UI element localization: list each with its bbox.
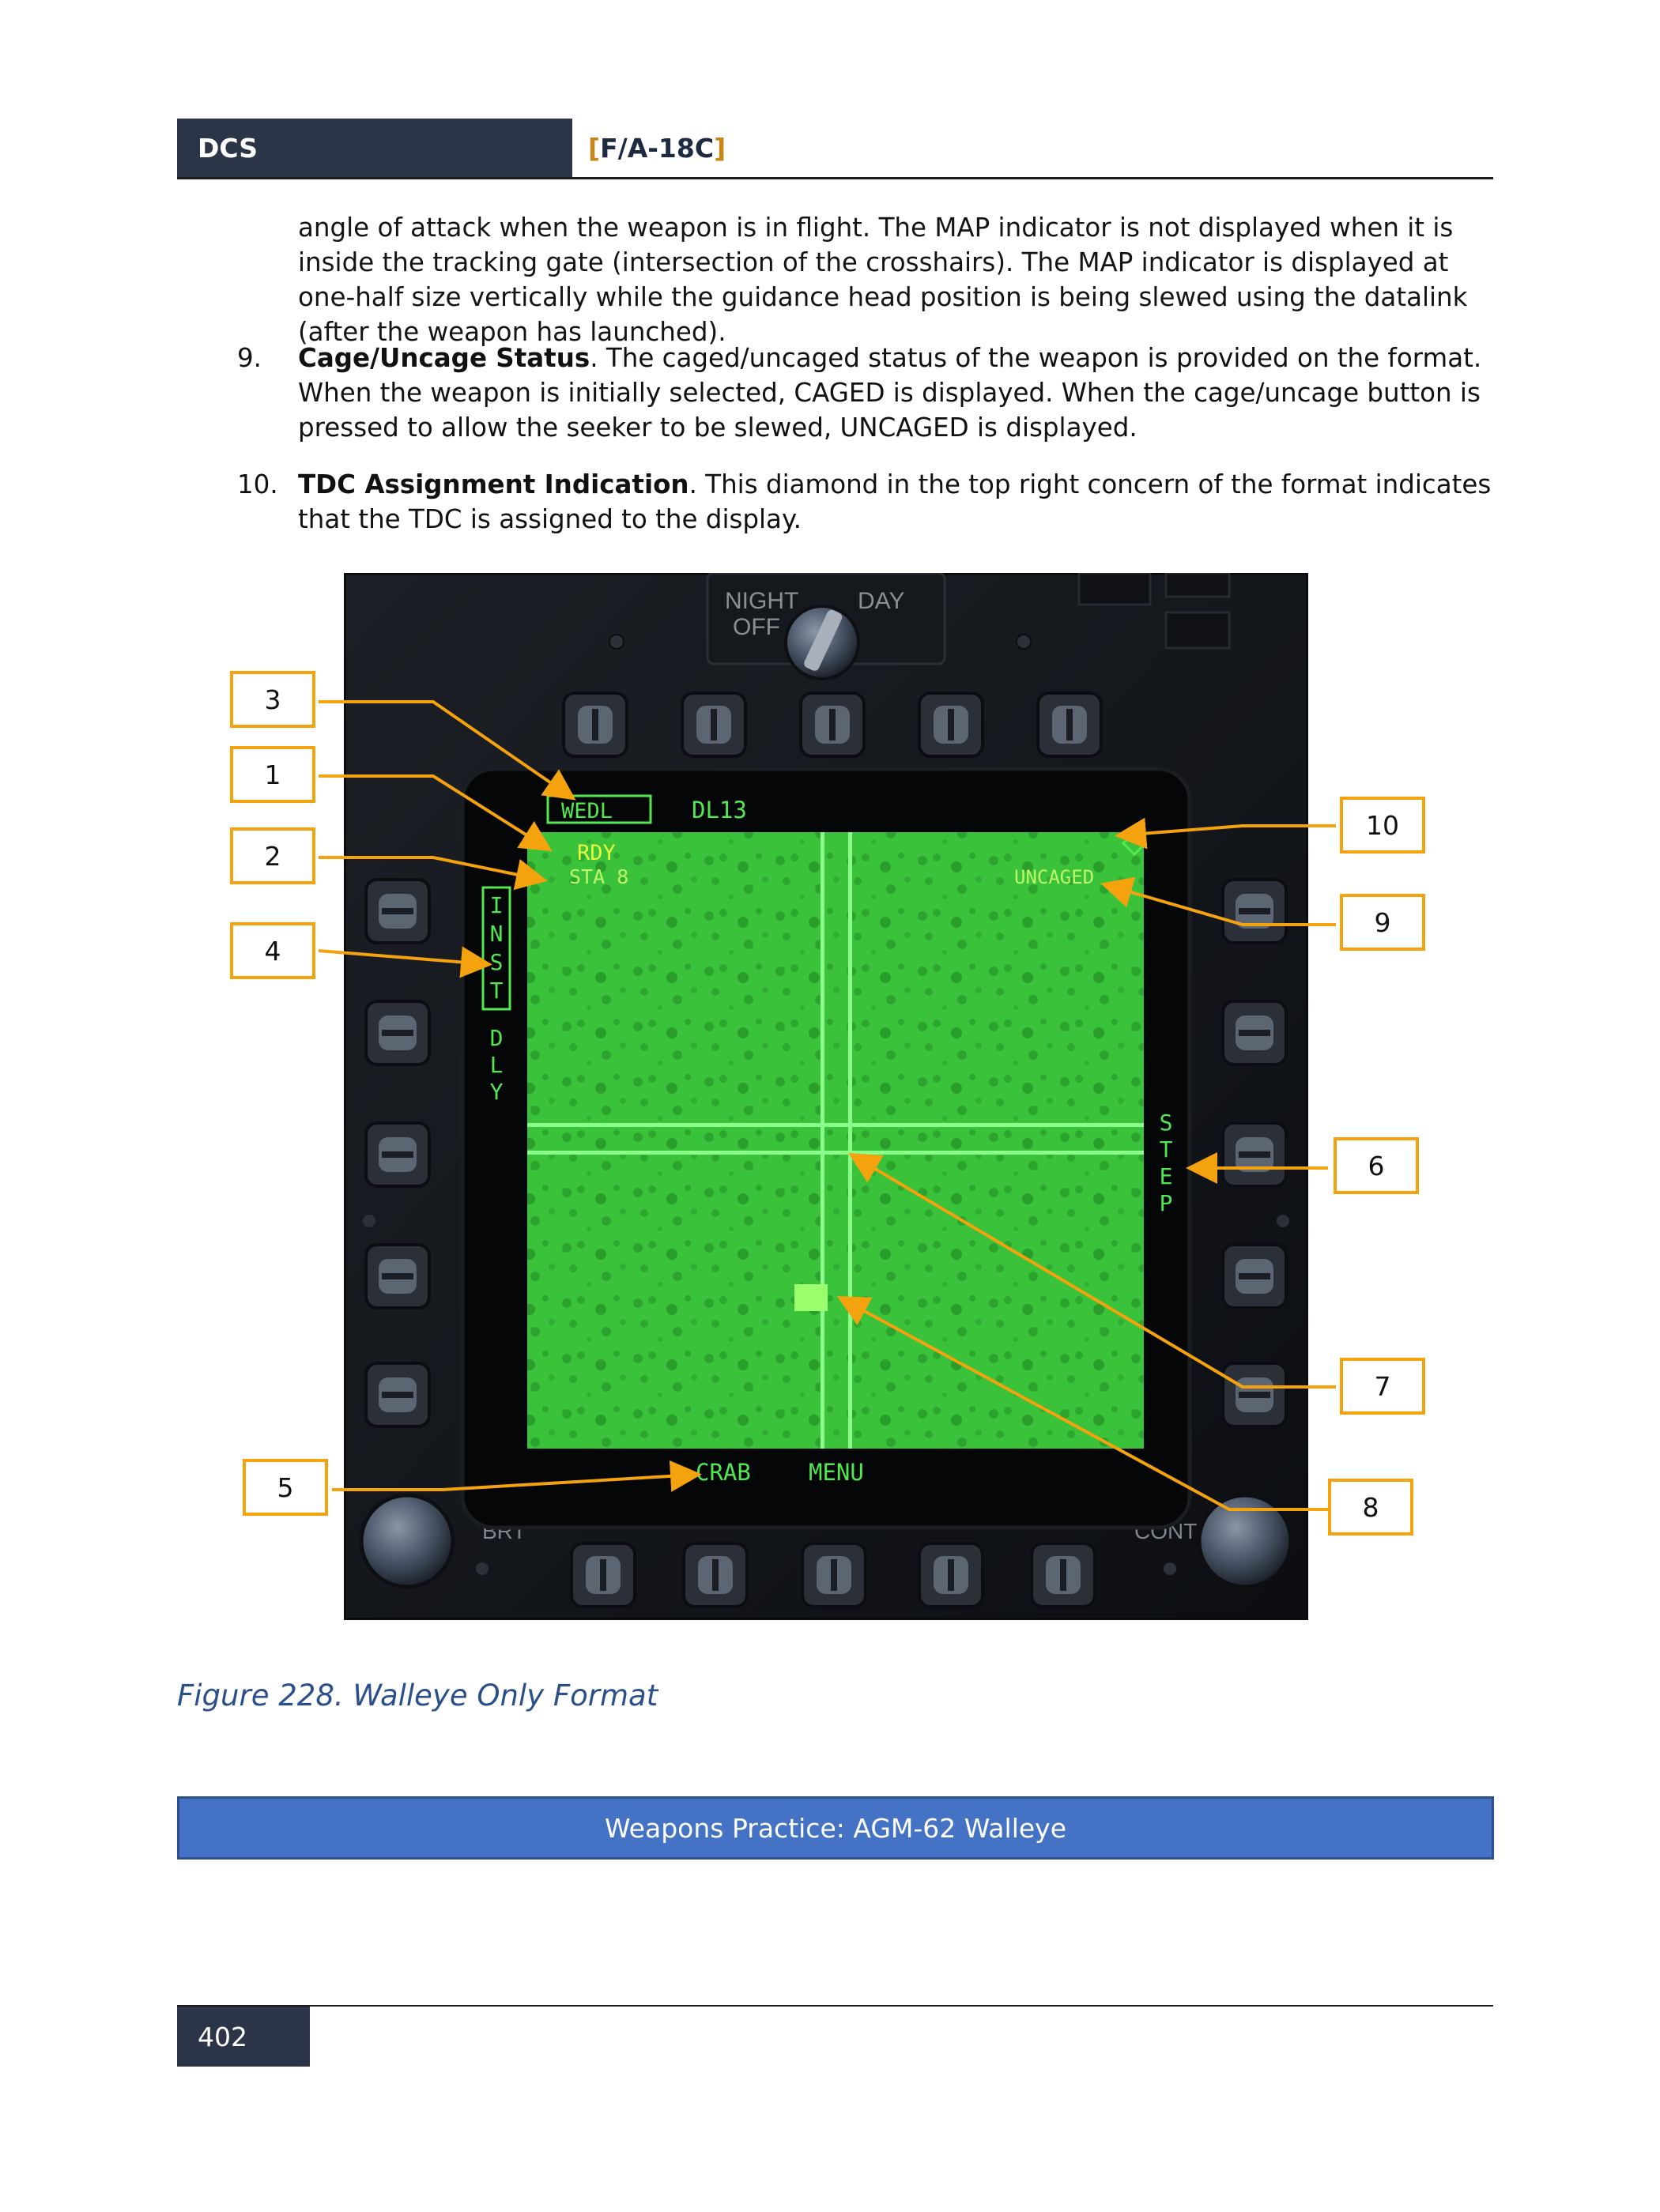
callout-4: 4 — [230, 922, 315, 979]
callout-8: 8 — [1328, 1479, 1413, 1536]
callout-6: 6 — [1334, 1137, 1419, 1194]
callout-3: 3 — [230, 671, 315, 728]
leader-5 — [332, 1460, 702, 1492]
footer-rule — [177, 2005, 1493, 2007]
leader-4 — [318, 946, 492, 978]
section-banner-label: Weapons Practice: AGM-62 Walleye — [604, 1812, 1066, 1844]
callout-9: 9 — [1340, 894, 1425, 951]
leader-1 — [319, 774, 553, 852]
section-banner: Weapons Practice: AGM-62 Walleye — [177, 1796, 1494, 1860]
page-number: 402 — [177, 2007, 310, 2067]
figure-caption: Figure 228. Walleye Only Format — [177, 1679, 658, 1713]
leader-9 — [1100, 876, 1336, 926]
callout-10: 10 — [1340, 797, 1425, 854]
callout-2: 2 — [230, 827, 315, 884]
page-number-label: 402 — [198, 2021, 247, 2052]
leader-2 — [319, 856, 548, 891]
callout-1: 1 — [230, 746, 315, 803]
callout-leaders — [318, 700, 1336, 1511]
callout-5: 5 — [243, 1459, 328, 1516]
leader-10 — [1115, 817, 1336, 850]
leader-8 — [836, 1296, 1336, 1511]
leader-7 — [848, 1152, 1336, 1389]
callout-7: 7 — [1340, 1358, 1425, 1415]
